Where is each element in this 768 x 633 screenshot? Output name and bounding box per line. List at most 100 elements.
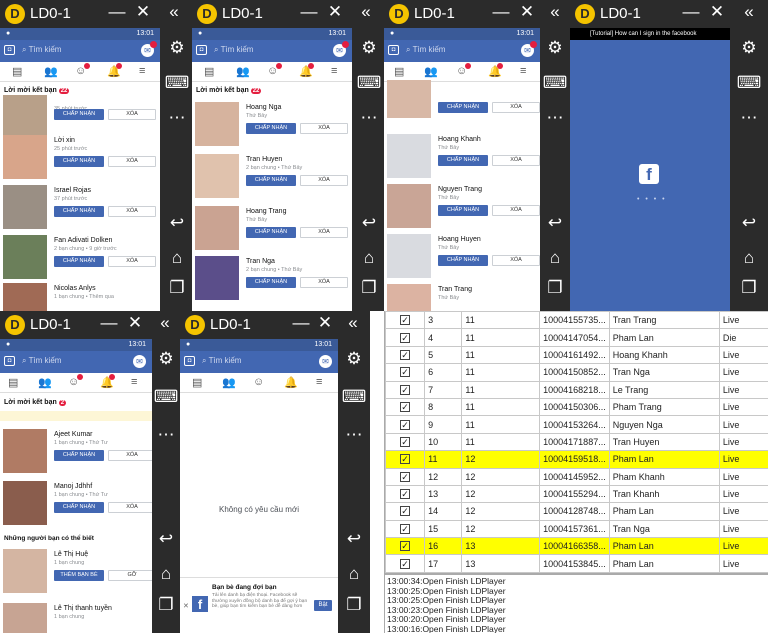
search-input[interactable]: ⌕ Tìm kiếm <box>22 45 61 55</box>
notifications-icon[interactable]: 🔔 <box>284 376 298 389</box>
remove-button[interactable]: GỠ <box>108 570 152 581</box>
more-icon[interactable]: ⋯ <box>152 425 180 445</box>
home-icon[interactable]: ⌂ <box>540 248 570 268</box>
checked-checkbox-icon[interactable]: ✓ <box>400 332 411 343</box>
home-icon[interactable]: ⌂ <box>160 248 194 268</box>
close-promo-icon[interactable]: ✕ <box>183 602 189 610</box>
accept-button[interactable]: CHẤP NHẬN <box>438 155 488 166</box>
recents-icon[interactable]: ❐ <box>352 278 386 298</box>
add-friend-button[interactable]: THÊM BẠN BÈ <box>54 570 104 581</box>
messenger-icon[interactable]: ✉ <box>319 355 332 368</box>
table-row[interactable]: ✓ 13 12 10004155294... Tran Khanh Live <box>384 484 768 504</box>
checkbox-cell[interactable]: ✓ <box>384 537 426 556</box>
checked-checkbox-icon[interactable]: ✓ <box>400 402 411 413</box>
table-row[interactable]: ✓ 15 12 10004157361... Tran Nga Live <box>384 519 768 539</box>
accept-button[interactable]: CHẤP NHẬN <box>54 109 104 120</box>
search-input[interactable]: ⌕ Tìm kiếm <box>202 356 241 366</box>
friends-icon[interactable]: 👥 <box>236 65 250 78</box>
checked-checkbox-icon[interactable]: ✓ <box>400 523 411 534</box>
checkbox-cell[interactable]: ✓ <box>384 328 426 347</box>
accept-button[interactable]: CHẤP NHẬN <box>54 502 104 513</box>
more-icon[interactable]: ⋯ <box>540 108 570 128</box>
recents-icon[interactable]: ❐ <box>338 595 370 615</box>
table-row[interactable]: ✓ 16 13 10004166358... Pham Lan Live <box>384 537 768 556</box>
close-button[interactable]: ✕ <box>134 2 152 22</box>
search-input[interactable]: ⌕ Tìm kiếm <box>214 45 253 55</box>
delete-button[interactable]: XÓA <box>108 502 152 513</box>
table-row[interactable]: ✓ 8 11 10004150306... Pham Trang Live <box>384 397 768 417</box>
accept-button[interactable]: CHẤP NHẬN <box>54 256 104 267</box>
checked-checkbox-icon[interactable]: ✓ <box>400 541 411 552</box>
back-icon[interactable]: ↩ <box>338 529 370 549</box>
news-feed-icon[interactable]: ▤ <box>12 65 22 78</box>
accept-button[interactable]: CHẤP NHẬN <box>438 205 488 216</box>
checked-checkbox-icon[interactable]: ✓ <box>400 384 411 395</box>
collapse-sidebar-button[interactable]: « <box>740 2 758 22</box>
more-icon[interactable]: ⋯ <box>730 108 768 128</box>
menu-icon[interactable]: ≡ <box>520 65 526 77</box>
back-icon[interactable]: ↩ <box>730 213 768 233</box>
checkbox-cell[interactable]: ✓ <box>384 484 426 504</box>
menu-icon[interactable]: ≡ <box>139 65 145 77</box>
checkbox-cell[interactable]: ✓ <box>384 380 426 399</box>
checked-checkbox-icon[interactable]: ✓ <box>400 419 411 430</box>
settings-gear-icon[interactable]: ⚙ <box>160 38 194 58</box>
messenger-icon[interactable]: ✉ <box>333 41 349 57</box>
checkbox-cell[interactable]: ✓ <box>384 345 426 365</box>
recents-icon[interactable]: ❐ <box>540 278 570 298</box>
checked-checkbox-icon[interactable]: ✓ <box>400 367 411 378</box>
delete-button[interactable]: XÓA <box>300 175 348 186</box>
messenger-icon[interactable]: ✉ <box>141 41 157 57</box>
accept-button[interactable]: CHẤP NHẬN <box>246 277 296 288</box>
checkbox-cell[interactable]: ✓ <box>384 310 426 330</box>
table-row[interactable]: ✓ 17 13 10004153845... Pham Lan Live <box>384 554 768 573</box>
table-row[interactable]: ✓ 3 11 10004155735... Tran Trang Live <box>384 310 768 330</box>
delete-button[interactable]: XÓA <box>108 206 156 217</box>
checked-checkbox-icon[interactable]: ✓ <box>400 436 411 447</box>
collapse-sidebar-button[interactable]: « <box>165 2 183 22</box>
minimize-button[interactable]: — <box>682 2 700 22</box>
news-feed-icon[interactable]: ▤ <box>394 65 404 78</box>
close-button[interactable]: ✕ <box>126 313 144 333</box>
checkbox-cell[interactable]: ✓ <box>384 502 426 521</box>
checked-checkbox-icon[interactable]: ✓ <box>400 489 411 500</box>
back-icon[interactable]: ↩ <box>352 213 386 233</box>
settings-gear-icon[interactable]: ⚙ <box>152 349 180 369</box>
home-icon[interactable]: ⌂ <box>730 248 768 268</box>
messenger-icon[interactable]: ✉ <box>133 355 146 368</box>
minimize-button[interactable]: — <box>300 2 318 22</box>
table-row[interactable]: ✓ 11 12 10004159518... Pham Lan Live <box>384 450 768 469</box>
search-input[interactable]: ⌕ Tìm kiếm <box>22 356 61 366</box>
recents-icon[interactable]: ❐ <box>152 595 180 615</box>
checked-checkbox-icon[interactable]: ✓ <box>400 471 411 482</box>
checked-checkbox-icon[interactable]: ✓ <box>400 454 411 465</box>
accept-button[interactable]: CHẤP NHẬN <box>246 175 296 186</box>
accept-button[interactable]: CHẤP NHẬN <box>54 450 104 461</box>
checkbox-cell[interactable]: ✓ <box>384 467 426 486</box>
news-feed-icon[interactable]: ▤ <box>204 65 214 78</box>
close-button[interactable]: ✕ <box>316 313 334 333</box>
table-row[interactable]: ✓ 12 12 10004145952... Pham Khanh Live <box>384 467 768 486</box>
search-input[interactable]: ⌕ Tìm kiếm <box>406 45 445 55</box>
minimize-button[interactable]: — <box>492 2 510 22</box>
collapse-sidebar-button[interactable]: « <box>344 313 362 333</box>
table-row[interactable]: ✓ 9 11 10004153264... Nguyen Nga Live <box>384 415 768 434</box>
keyboard-icon[interactable]: ⌨ <box>152 387 180 407</box>
settings-gear-icon[interactable]: ⚙ <box>338 349 370 369</box>
accept-button[interactable]: CHẤP NHẬN <box>54 156 104 167</box>
camera-icon[interactable]: ◘ <box>4 356 15 366</box>
close-button[interactable]: ✕ <box>708 2 726 22</box>
menu-icon[interactable]: ≡ <box>131 376 137 388</box>
delete-button[interactable]: XÓA <box>492 255 540 266</box>
menu-icon[interactable]: ≡ <box>316 376 322 388</box>
profile-icon[interactable]: ☺ <box>253 376 264 388</box>
home-icon[interactable]: ⌂ <box>338 564 370 584</box>
checkbox-cell[interactable]: ✓ <box>384 554 426 573</box>
table-row[interactable]: ✓ 7 11 10004168218... Le Trang Live <box>384 380 768 399</box>
delete-button[interactable]: XÓA <box>492 155 540 166</box>
table-row[interactable]: ✓ 10 11 10004171887... Tran Huyen Live <box>384 432 768 452</box>
checked-checkbox-icon[interactable]: ✓ <box>400 558 411 569</box>
settings-gear-icon[interactable]: ⚙ <box>730 38 768 58</box>
accept-button[interactable]: CHẤP NHẬN <box>246 227 296 238</box>
delete-button[interactable]: XÓA <box>300 277 348 288</box>
